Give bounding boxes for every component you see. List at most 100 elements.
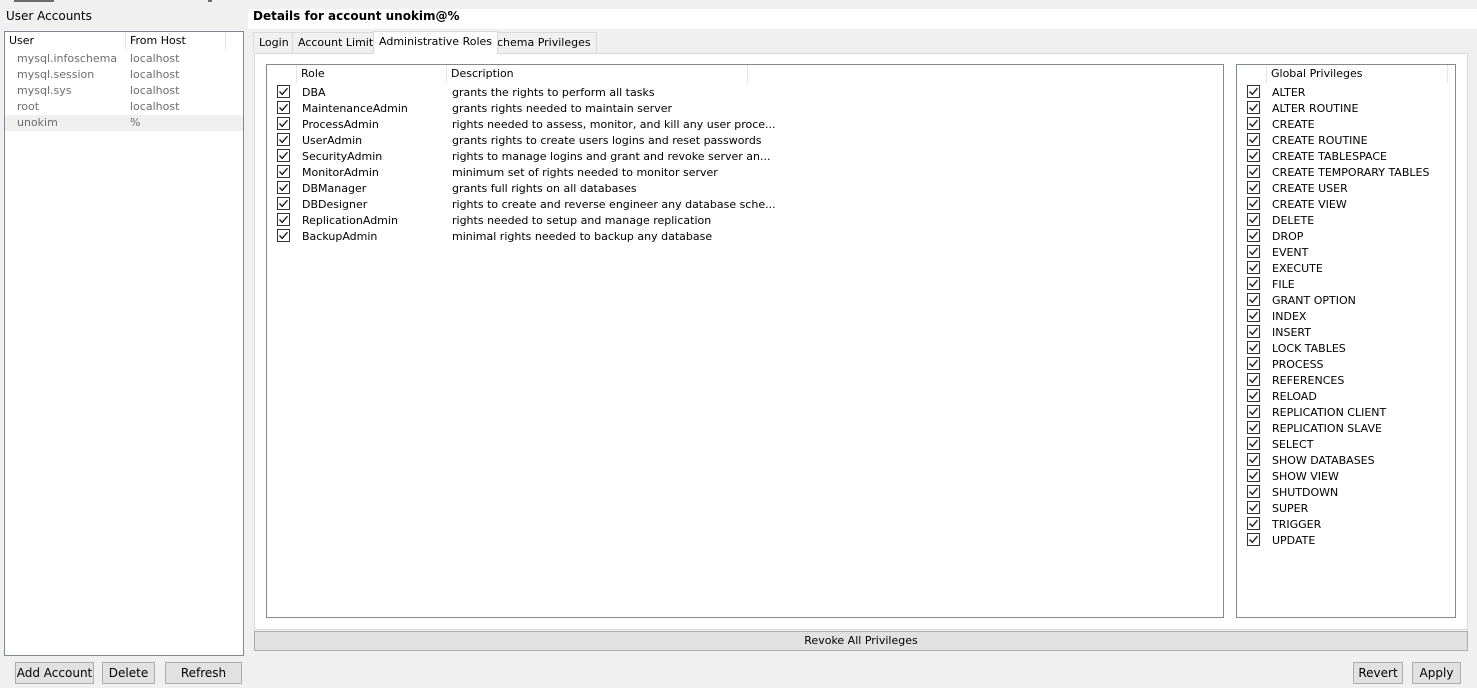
privilege-checkbox[interactable] — [1247, 245, 1260, 258]
role-name: MaintenanceAdmin — [302, 102, 408, 115]
privilege-label[interactable]: SHOW VIEW — [1272, 469, 1339, 485]
user-accounts-list[interactable]: User From Host mysql.infoschema localhost… — [4, 31, 244, 656]
privilege-checkbox[interactable] — [1247, 485, 1260, 498]
privilege-label[interactable]: LOCK TABLES — [1272, 341, 1346, 357]
privilege-checkbox[interactable] — [1247, 469, 1260, 482]
privilege-checkbox[interactable] — [1247, 389, 1260, 402]
privilege-label[interactable]: SUPER — [1272, 501, 1308, 517]
privilege-checkbox[interactable] — [1247, 261, 1260, 274]
privilege-label[interactable]: REPLICATION SLAVE — [1272, 421, 1382, 437]
account-row[interactable]: mysql.sys localhost — [5, 83, 243, 99]
privilege-label[interactable]: SELECT — [1272, 437, 1313, 453]
column-header-host[interactable]: From Host — [126, 32, 226, 50]
account-host: localhost — [130, 68, 180, 81]
role-row[interactable]: ReplicationAdmin rights needed to setup a… — [267, 213, 747, 229]
role-row[interactable]: MonitorAdmin minimum set of rights needed… — [267, 165, 747, 181]
privilege-label[interactable]: UPDATE — [1272, 533, 1315, 549]
add-account-button[interactable]: Add Account — [15, 662, 94, 684]
role-description: grants the rights to perform all tasks — [452, 86, 655, 99]
global-privileges-list[interactable]: Global Privileges ALTER ALTER ROUTINE CREA… — [1236, 64, 1456, 618]
privilege-checkbox[interactable] — [1247, 373, 1260, 386]
revoke-all-privileges-button[interactable]: Revoke All Privileges — [254, 631, 1468, 651]
account-row[interactable]: mysql.session localhost — [5, 67, 243, 83]
account-row[interactable]: unokim% — [5, 115, 243, 131]
tab-administrative-roles[interactable]: Administrative Roles — [373, 31, 498, 54]
account-row[interactable]: mysql.infoschema localhost — [5, 51, 243, 67]
privilege-label[interactable]: CREATE USER — [1272, 181, 1348, 197]
privilege-label[interactable]: CREATE VIEW — [1272, 197, 1347, 213]
privilege-label[interactable]: INSERT — [1272, 325, 1311, 341]
privilege-label[interactable]: EVENT — [1272, 245, 1308, 261]
privilege-checkbox[interactable] — [1247, 325, 1260, 338]
privilege-checkbox[interactable] — [1247, 149, 1260, 162]
tab-login[interactable]: Login — [253, 32, 295, 53]
privilege-checkbox[interactable] — [1247, 197, 1260, 210]
role-row[interactable]: MaintenanceAdmin grants rights needed to … — [267, 101, 747, 117]
privilege-checkbox[interactable] — [1247, 453, 1260, 466]
privilege-label[interactable]: ALTER ROUTINE — [1272, 101, 1358, 117]
role-row[interactable]: DBDesigner rights to create and reverse e… — [267, 197, 776, 213]
role-description: rights needed to setup and manage replic… — [452, 214, 712, 227]
privilege-checkbox[interactable] — [1247, 501, 1260, 514]
privilege-checkbox[interactable] — [1247, 293, 1260, 306]
role-description: grants full rights on all databases — [452, 182, 637, 195]
column-header-user[interactable]: User — [5, 32, 126, 50]
privilege-checkbox[interactable] — [1247, 405, 1260, 418]
privilege-label[interactable]: SHUTDOWN — [1272, 485, 1338, 501]
role-row[interactable]: BackupAdmin minimal rights needed to back… — [267, 229, 747, 245]
privilege-checkbox[interactable] — [1247, 165, 1260, 178]
privilege-label[interactable]: GRANT OPTION — [1272, 293, 1356, 309]
tab-account-limits[interactable]: Account Limits — [292, 32, 385, 53]
role-description: minimum set of rights needed to monitor … — [452, 166, 718, 179]
privilege-label[interactable]: REPLICATION CLIENT — [1272, 405, 1386, 421]
privilege-checkbox[interactable] — [1247, 181, 1260, 194]
privilege-label[interactable]: PROCESS — [1272, 357, 1324, 373]
privilege-label[interactable]: CREATE — [1272, 117, 1315, 133]
privilege-label[interactable]: TRIGGER — [1272, 517, 1321, 533]
privilege-label[interactable]: DELETE — [1272, 213, 1314, 229]
refresh-button[interactable]: Refresh — [165, 662, 242, 684]
privilege-label[interactable]: CREATE ROUTINE — [1272, 133, 1368, 149]
privilege-checkbox[interactable] — [1247, 277, 1260, 290]
privilege-checkbox[interactable] — [1247, 533, 1260, 546]
privilege-label[interactable]: ALTER — [1272, 85, 1305, 101]
privilege-label[interactable]: EXECUTE — [1272, 261, 1323, 277]
privilege-checkbox[interactable] — [1247, 85, 1260, 98]
privilege-checkbox[interactable] — [1247, 133, 1260, 146]
account-row[interactable]: root localhost — [5, 99, 243, 115]
column-header-role[interactable]: Role — [297, 65, 447, 83]
role-row[interactable]: DBA grants the rights to perform all task… — [267, 85, 747, 101]
column-header-description[interactable]: Description — [447, 65, 748, 83]
privilege-checkbox[interactable] — [1247, 421, 1260, 434]
privilege-checkbox[interactable] — [1247, 101, 1260, 114]
privilege-label[interactable]: DROP — [1272, 229, 1303, 245]
role-name: DBManager — [302, 182, 367, 195]
privilege-checkbox[interactable] — [1247, 117, 1260, 130]
privilege-label[interactable]: REFERENCES — [1272, 373, 1344, 389]
privilege-label[interactable]: INDEX — [1272, 309, 1306, 325]
tab-schema-privileges[interactable]: Schema Privileges — [484, 32, 597, 53]
privilege-checkbox[interactable] — [1247, 213, 1260, 226]
privilege-label[interactable]: RELOAD — [1272, 389, 1317, 405]
apply-button[interactable]: Apply — [1412, 662, 1461, 684]
column-header-global-privileges[interactable]: Global Privileges — [1267, 65, 1448, 83]
revert-button[interactable]: Revert — [1353, 662, 1403, 684]
privilege-checkbox[interactable] — [1247, 309, 1260, 322]
role-description: grants rights needed to maintain server — [452, 102, 672, 115]
privilege-checkbox[interactable] — [1247, 437, 1260, 450]
privilege-checkbox[interactable] — [1247, 229, 1260, 242]
privilege-checkbox[interactable] — [1247, 517, 1260, 530]
privilege-label[interactable]: CREATE TEMPORARY TABLES — [1272, 165, 1429, 181]
privilege-label[interactable]: CREATE TABLESPACE — [1272, 149, 1387, 165]
privilege-checkbox[interactable] — [1247, 341, 1260, 354]
roles-table[interactable]: Role Description DBA grants the rights to… — [266, 64, 1224, 618]
role-row[interactable]: DBManager grants full rights on all datab… — [267, 181, 747, 197]
role-row[interactable]: UserAdmin grants rights to create users l… — [267, 133, 762, 149]
role-row[interactable]: SecurityAdmin rights to manage logins and… — [267, 149, 771, 165]
privilege-label[interactable]: FILE — [1272, 277, 1295, 293]
role-row[interactable]: ProcessAdmin rights needed to assess, mon… — [267, 117, 776, 133]
delete-button[interactable]: Delete — [102, 662, 155, 684]
role-name: DBA — [302, 86, 326, 99]
privilege-checkbox[interactable] — [1247, 357, 1260, 370]
privilege-label[interactable]: SHOW DATABASES — [1272, 453, 1375, 469]
